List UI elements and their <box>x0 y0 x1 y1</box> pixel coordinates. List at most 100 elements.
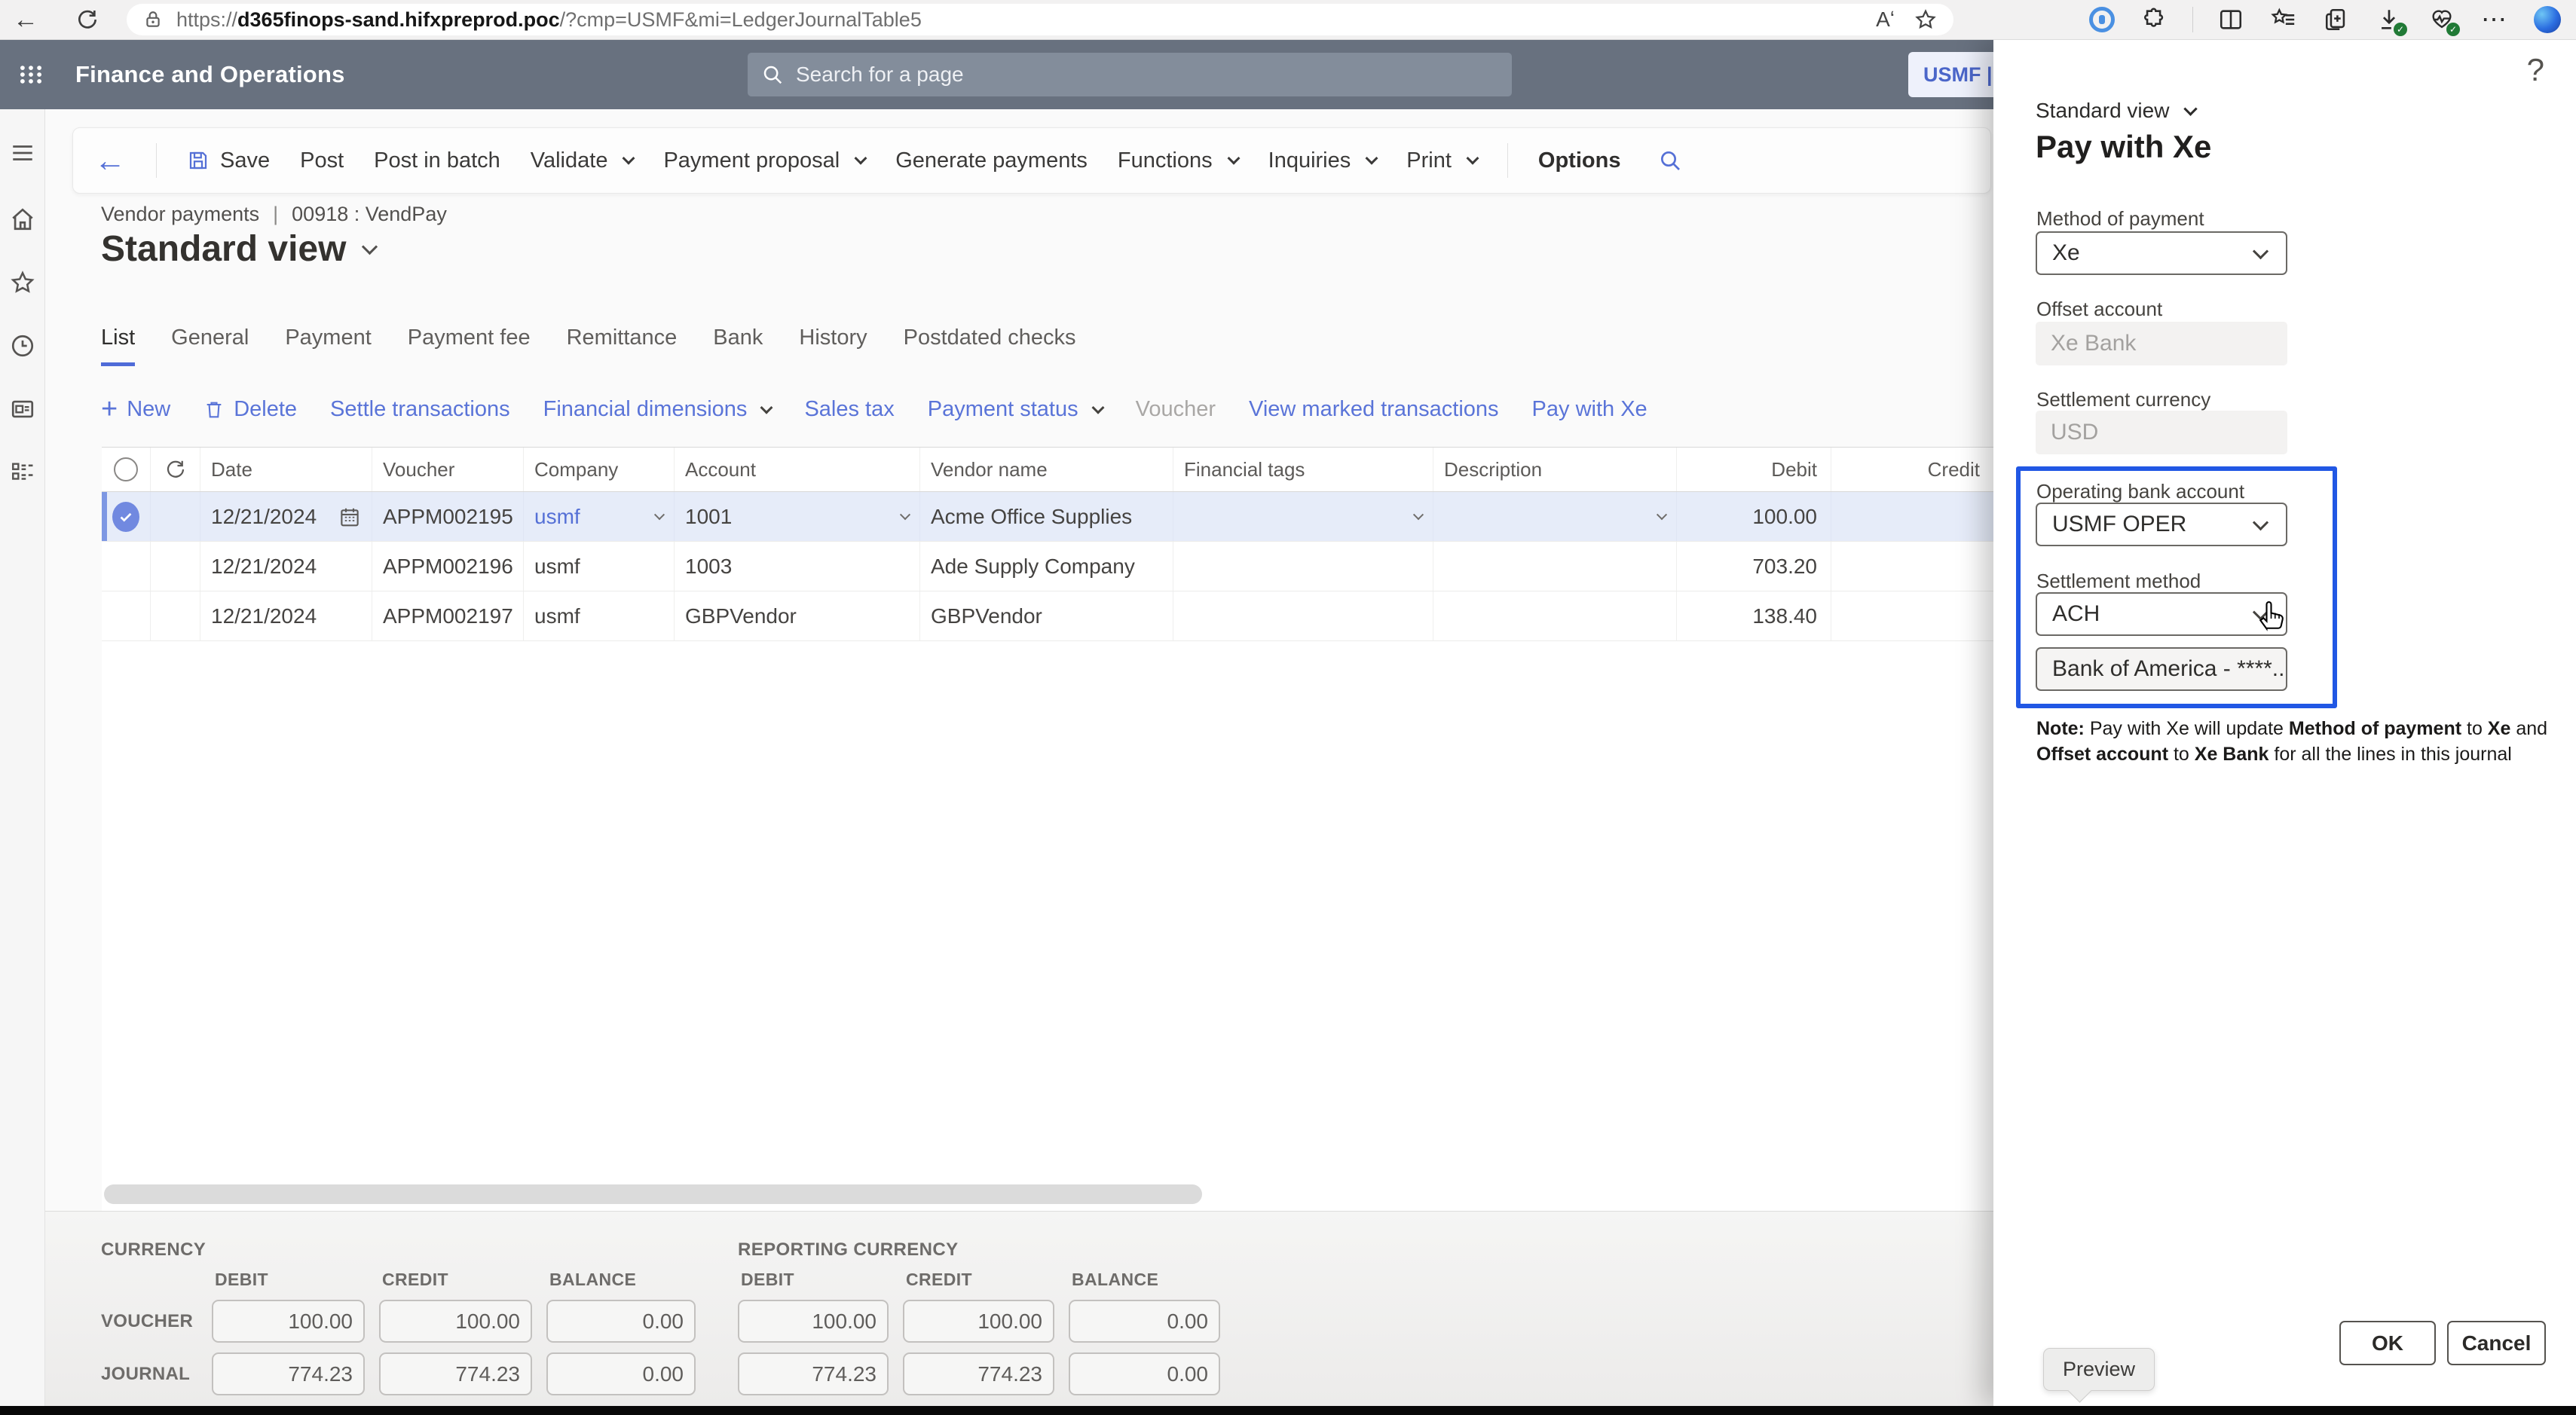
browser-refresh-icon[interactable] <box>72 5 102 35</box>
row-checkbox-checked[interactable] <box>102 492 151 541</box>
more-menu-icon[interactable]: ⋯ <box>2480 5 2510 35</box>
new-button[interactable]: +New <box>101 397 170 422</box>
split-screen-icon[interactable] <box>2216 5 2246 35</box>
ok-button[interactable]: OK <box>2339 1321 2436 1365</box>
voucher-reporting-credit: 100.00 <box>903 1300 1054 1343</box>
action-search-icon[interactable] <box>1658 148 1682 173</box>
address-bar[interactable]: https://d365finops-sand.hifxpreprod.poc/… <box>127 4 1953 35</box>
print-menu[interactable]: Print <box>1406 148 1477 173</box>
breadcrumb-journal-name[interactable]: Vendor payments <box>101 203 259 226</box>
company-cell: usmf <box>524 542 675 591</box>
extensions-puzzle-icon[interactable] <box>2140 5 2170 35</box>
column-header-company[interactable]: Company <box>524 448 675 491</box>
debit-cell: 100.00 <box>1677 492 1831 541</box>
inquiries-menu[interactable]: Inquiries <box>1268 148 1377 173</box>
panel-view-selector[interactable]: Standard view <box>2036 99 2195 123</box>
tab-history[interactable]: History <box>799 325 867 366</box>
post-button[interactable]: Post <box>300 148 344 173</box>
browser-back-icon[interactable]: ← <box>11 5 41 35</box>
page-search-box[interactable] <box>748 53 1512 96</box>
functions-menu[interactable]: Functions <box>1118 148 1238 173</box>
tab-postdated-checks[interactable]: Postdated checks <box>904 325 1076 366</box>
search-input[interactable] <box>796 63 1474 87</box>
save-button[interactable]: Save <box>187 148 270 173</box>
column-header-financial-tags[interactable]: Financial tags <box>1173 448 1433 491</box>
totals-grid: DEBIT CREDIT BALANCE DEBIT CREDIT BALANC… <box>101 1270 1220 1395</box>
favorites-icon[interactable] <box>9 269 36 296</box>
column-header-credit[interactable]: Credit <box>1831 448 1993 491</box>
payment-proposal-menu[interactable]: Payment proposal <box>663 148 865 173</box>
refresh-grid-button[interactable] <box>151 448 200 491</box>
help-button[interactable]: ? <box>2527 52 2544 88</box>
options-button[interactable]: Options <box>1538 148 1621 173</box>
account-cell[interactable]: 1001 <box>675 492 920 541</box>
chevron-down-icon <box>1227 152 1240 165</box>
tab-payment[interactable]: Payment <box>285 325 371 366</box>
table-row[interactable]: 12/21/2024 APPM002196 usmf 1003 Ade Supp… <box>102 542 1993 591</box>
chevron-down-icon[interactable] <box>1657 509 1667 520</box>
password-manager-icon[interactable] <box>2087 5 2117 35</box>
row-checkbox[interactable] <box>102 591 151 640</box>
table-row[interactable]: 12/21/2024 APPM002197 usmf GBPVendor GBP… <box>102 591 1993 641</box>
settle-transactions-button[interactable]: Settle transactions <box>330 397 510 422</box>
select-all-checkbox[interactable] <box>102 448 151 491</box>
downloads-icon[interactable]: ✓ <box>2374 5 2404 35</box>
scrollbar-thumb[interactable] <box>104 1184 1202 1204</box>
chevron-down-icon <box>1091 401 1104 414</box>
horizontal-scrollbar[interactable] <box>102 1184 1993 1204</box>
copilot-icon[interactable] <box>2532 5 2562 35</box>
description-cell <box>1433 542 1677 591</box>
column-header-voucher[interactable]: Voucher <box>372 448 524 491</box>
pay-with-xe-button[interactable]: Pay with Xe <box>1532 397 1647 422</box>
account-cell: 1003 <box>675 542 920 591</box>
column-header-date[interactable]: Date <box>200 448 372 491</box>
tab-list[interactable]: List <box>101 325 135 366</box>
tab-general[interactable]: General <box>171 325 249 366</box>
settlement-method-select[interactable]: ACH <box>2036 592 2287 636</box>
column-header-vendor-name[interactable]: Vendor name <box>920 448 1173 491</box>
tab-bank[interactable]: Bank <box>713 325 763 366</box>
company-cell[interactable]: usmf <box>524 492 675 541</box>
column-header-debit[interactable]: Debit <box>1677 448 1831 491</box>
home-icon[interactable] <box>9 206 36 233</box>
collections-icon[interactable] <box>2321 5 2351 35</box>
back-button[interactable]: ← <box>94 145 126 176</box>
generate-payments-button[interactable]: Generate payments <box>895 148 1088 173</box>
chevron-down-icon[interactable] <box>900 509 910 520</box>
debit-cell: 703.20 <box>1677 542 1831 591</box>
view-title-selector[interactable]: Standard view <box>101 228 375 270</box>
hamburger-menu-icon[interactable] <box>9 139 36 167</box>
modules-list-icon[interactable] <box>9 459 36 486</box>
app-launcher-waffle-icon[interactable] <box>14 57 48 92</box>
payment-status-menu[interactable]: Payment status <box>928 397 1103 422</box>
financial-tags-cell[interactable] <box>1173 492 1433 541</box>
date-cell[interactable]: 12/21/2024 <box>200 492 372 541</box>
method-of-payment-select[interactable]: Xe <box>2036 231 2287 275</box>
favorite-star-icon[interactable] <box>1914 8 1937 31</box>
calendar-icon[interactable] <box>338 506 361 528</box>
tab-payment-fee[interactable]: Payment fee <box>408 325 531 366</box>
cancel-button[interactable]: Cancel <box>2447 1321 2546 1365</box>
breadcrumb[interactable]: Vendor payments | 00918 : VendPay <box>101 203 447 226</box>
column-header-description[interactable]: Description <box>1433 448 1677 491</box>
favorites-list-icon[interactable] <box>2269 5 2299 35</box>
description-cell[interactable] <box>1433 492 1677 541</box>
tab-remittance[interactable]: Remittance <box>567 325 678 366</box>
row-checkbox[interactable] <box>102 542 151 591</box>
column-header-account[interactable]: Account <box>675 448 920 491</box>
financial-dimensions-menu[interactable]: Financial dimensions <box>543 397 772 422</box>
sales-tax-button[interactable]: Sales tax <box>804 397 894 422</box>
view-marked-transactions-button[interactable]: View marked transactions <box>1249 397 1499 422</box>
chevron-down-icon[interactable] <box>1413 509 1424 520</box>
browser-essentials-icon[interactable]: ✓ <box>2427 5 2457 35</box>
operating-bank-account-select[interactable]: USMF OPER <box>2036 503 2287 546</box>
post-in-batch-button[interactable]: Post in batch <box>374 148 500 173</box>
table-row[interactable]: 12/21/2024 APPM002195 usmf 1001 Acme Off… <box>102 492 1993 542</box>
delete-button[interactable]: Delete <box>203 397 297 422</box>
workspaces-icon[interactable] <box>9 396 36 423</box>
read-aloud-icon[interactable]: Aʻ <box>1876 8 1895 32</box>
recent-clock-icon[interactable] <box>9 332 36 359</box>
bank-account-display-field[interactable]: Bank of America - ****... <box>2036 647 2287 691</box>
chevron-down-icon[interactable] <box>654 509 665 520</box>
validate-menu[interactable]: Validate <box>531 148 634 173</box>
